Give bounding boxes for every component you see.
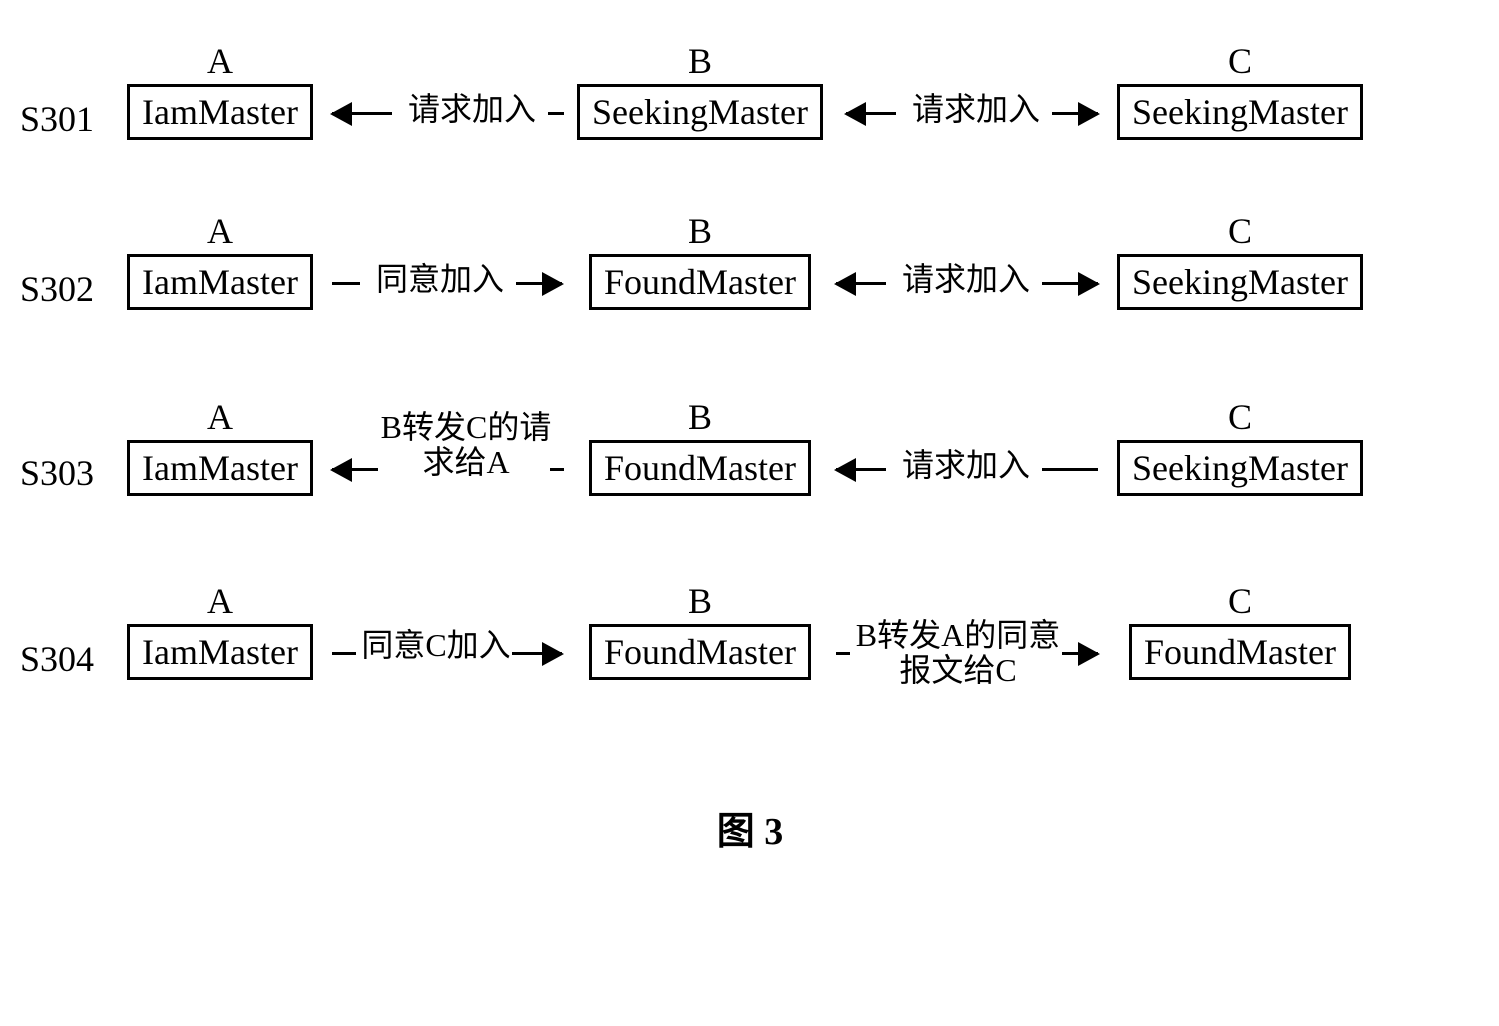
node-c: C SeekingMaster [1100,40,1380,140]
node-c-label: C [1100,40,1380,82]
node-c-state: FoundMaster [1129,624,1351,680]
node-a-label: A [110,40,330,82]
msg-ab: 同意加入 [360,262,520,297]
arrow-a-to-b [516,282,562,285]
step-id: S301 [20,98,94,140]
node-c: C SeekingMaster [1100,210,1380,310]
node-c: C SeekingMaster [1100,396,1380,496]
step-s301: S301 A IamMaster 请求加入 B SeekingMaster 请求… [20,40,1480,170]
node-a-label: A [110,210,330,252]
node-b: B FoundMaster [560,396,840,496]
node-b: B SeekingMaster [560,40,840,140]
node-a-state: IamMaster [127,84,313,140]
node-b: B FoundMaster [560,210,840,310]
arrow-c-to-b-left [836,282,886,285]
msg-bc: 请求加入 [886,262,1046,297]
node-c-state: SeekingMaster [1117,440,1363,496]
arrow-b-to-c-right [1042,282,1098,285]
figure-caption: 图 3 [20,800,1480,855]
msg-bc: B转发A的同意报文给C [848,618,1068,688]
arrow-c-to-b-left [846,112,896,115]
node-b-label: B [560,210,840,252]
node-b-state: SeekingMaster [577,84,823,140]
node-a-label: A [110,396,330,438]
node-b-label: B [560,40,840,82]
node-a-label: A [110,580,330,622]
node-b-state: FoundMaster [589,624,811,680]
node-c-label: C [1100,580,1380,622]
arrow-b-to-c-right [1052,112,1098,115]
msg-bc: 请求加入 [896,92,1056,127]
arrow-b-to-c [1062,652,1098,655]
line-ab-left [332,652,356,655]
line-bc-right [1042,468,1098,471]
node-c-label: C [1100,210,1380,252]
step-s303: S303 A IamMaster B转发C的请求给A B FoundMaster… [20,380,1480,540]
node-b-label: B [560,396,840,438]
node-a-state: IamMaster [127,254,313,310]
master-election-diagram: S301 A IamMaster 请求加入 B SeekingMaster 请求… [20,40,1480,855]
step-s302: S302 A IamMaster 同意加入 B FoundMaster 请求加入… [20,210,1480,340]
step-id: S302 [20,268,94,310]
node-b: B FoundMaster [560,580,840,680]
node-b-label: B [560,580,840,622]
node-a-state: IamMaster [127,440,313,496]
msg-bc: 请求加入 [886,448,1046,483]
step-id: S304 [20,638,94,680]
arrow-c-to-b [836,468,886,471]
msg-ab: 请求加入 [392,92,552,127]
msg-ab: 同意C加入 [356,628,516,663]
node-a: A IamMaster [110,40,330,140]
msg-ab: B转发C的请求给A [376,410,556,480]
arrow-a-to-b [512,652,562,655]
arrow-b-to-a [332,112,392,115]
step-id: S303 [20,452,94,494]
node-c-state: SeekingMaster [1117,254,1363,310]
node-a: A IamMaster [110,396,330,496]
step-s304: S304 A IamMaster 同意C加入 B FoundMaster B转发… [20,580,1480,730]
node-c-state: SeekingMaster [1117,84,1363,140]
node-b-state: FoundMaster [589,440,811,496]
node-c: C FoundMaster [1100,580,1380,680]
node-a: A IamMaster [110,210,330,310]
node-c-label: C [1100,396,1380,438]
arrow-b-to-a [332,468,378,471]
line-ab-left [332,282,360,285]
node-b-state: FoundMaster [589,254,811,310]
node-a-state: IamMaster [127,624,313,680]
node-a: A IamMaster [110,580,330,680]
